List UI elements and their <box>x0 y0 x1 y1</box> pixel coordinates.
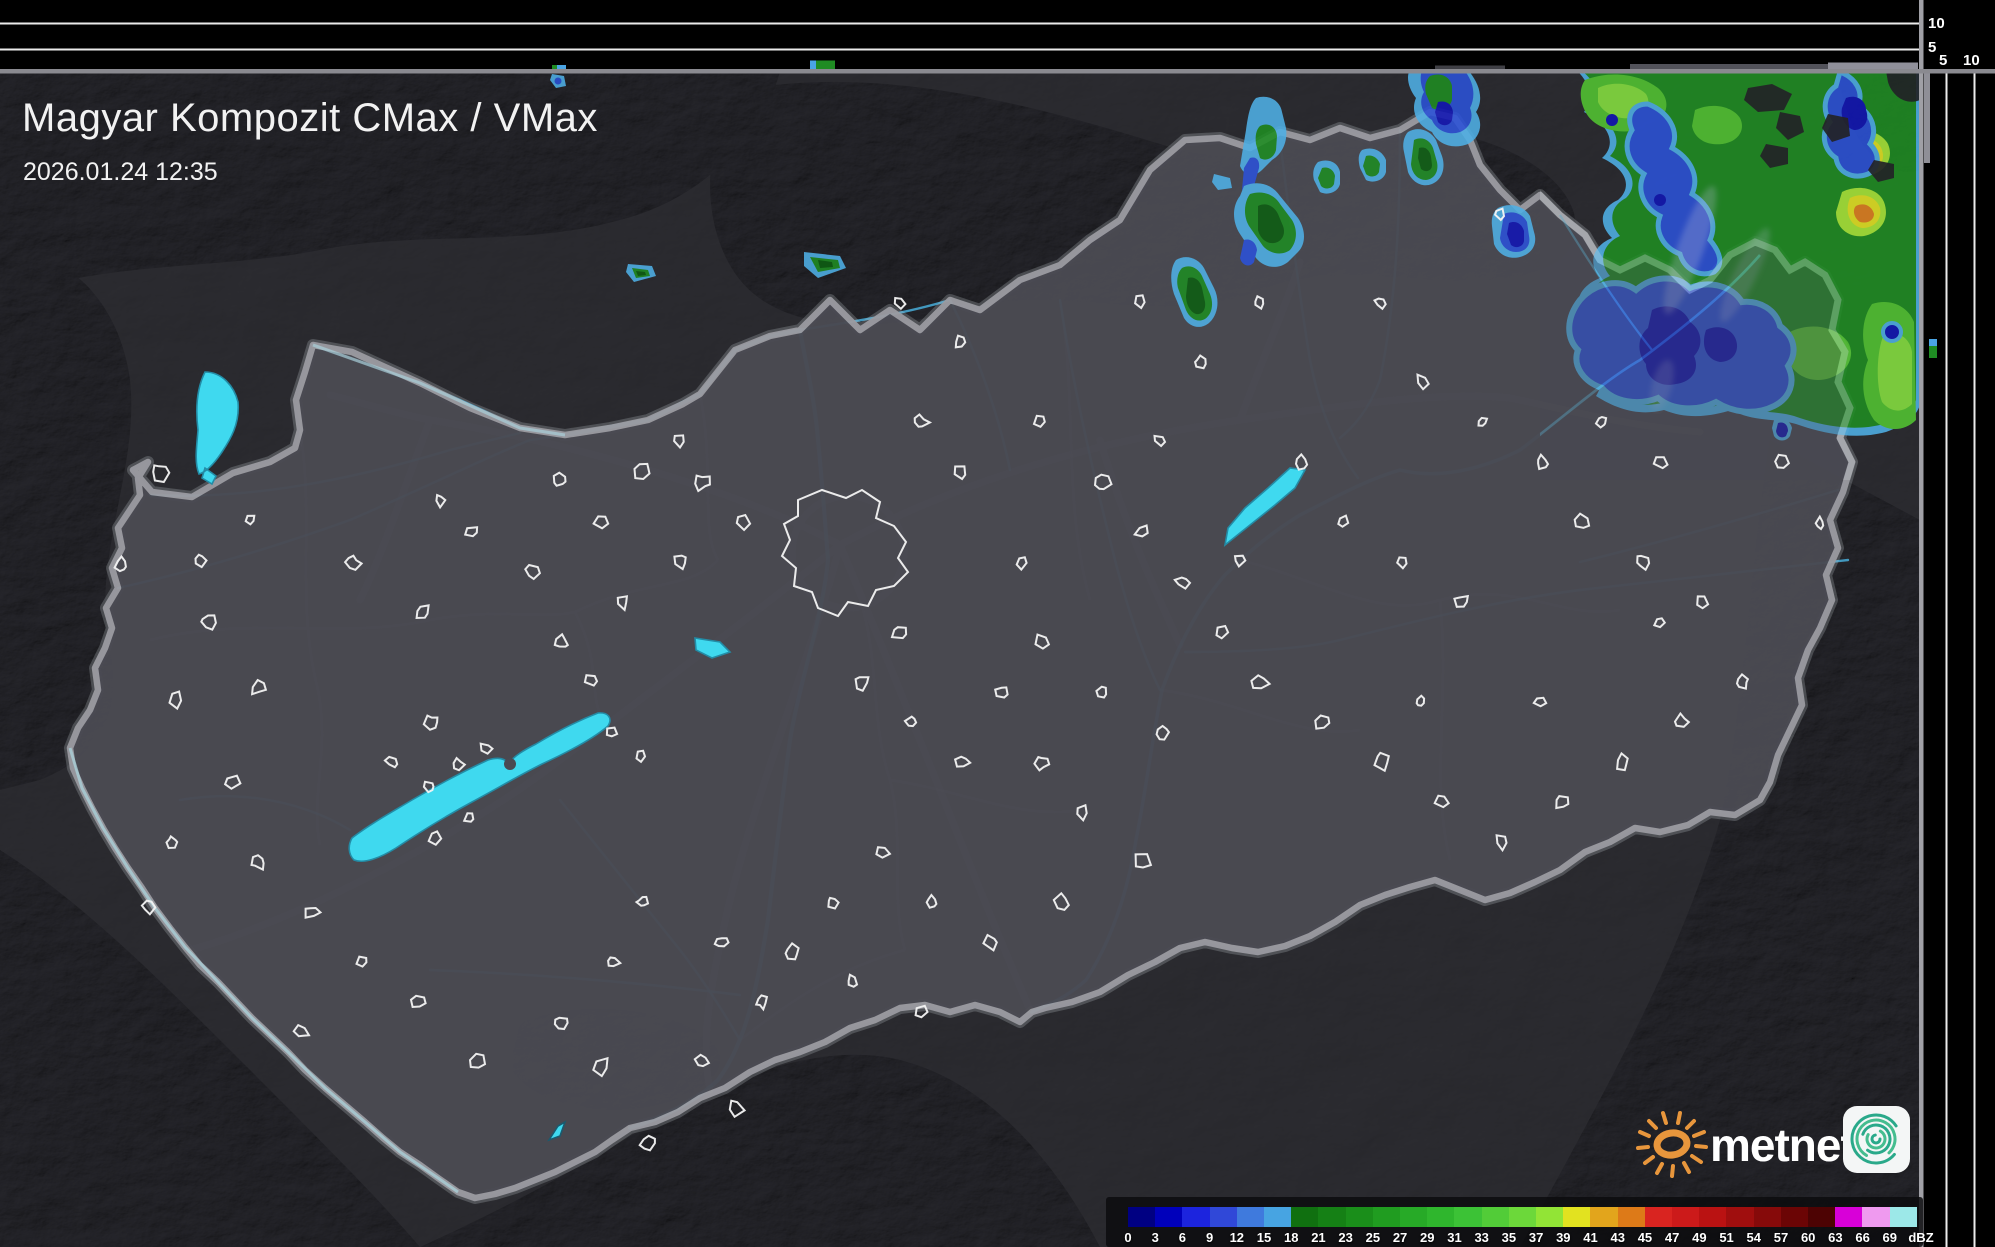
legend-color-cell <box>1128 1207 1156 1227</box>
legend-tick-label: 0 <box>1124 1230 1132 1245</box>
height-axis-tick-10: 10 <box>1928 15 1945 32</box>
right-strip-echo <box>1929 339 1937 346</box>
legend-tick-label: 37 <box>1528 1230 1544 1245</box>
legend-color-cell <box>1454 1207 1482 1227</box>
height-axis-tick-5: 5 <box>1928 39 1937 56</box>
tihany-notch <box>504 758 516 770</box>
legend-tick-label: 47 <box>1664 1230 1680 1245</box>
legend-tick-label: 35 <box>1501 1230 1517 1245</box>
legend-color-cell <box>1236 1207 1265 1227</box>
legend-color-cell <box>1862 1207 1890 1227</box>
legend-color-cell <box>1155 1207 1183 1227</box>
legend-tick-label: 12 <box>1229 1230 1245 1245</box>
metnet-wordmark: metnet <box>1710 1119 1856 1171</box>
legend-color-bar <box>1128 1207 1917 1227</box>
radar-map <box>0 0 1995 1247</box>
legend-color-cell <box>1617 1207 1645 1227</box>
legend-color-cell <box>1644 1207 1673 1227</box>
metnet-logo: metnet <box>1634 1100 1924 1184</box>
radar-screen: Magyar Kompozit CMax / VMax 2026.01.24 1… <box>0 0 1995 1247</box>
panel-divider <box>1919 0 1924 1247</box>
legend-color-cell <box>1372 1207 1401 1227</box>
legend-tick-label: 3 <box>1151 1230 1159 1245</box>
legend-color-cell <box>1563 1207 1591 1227</box>
timestamp: 2026.01.24 12:35 <box>23 158 218 186</box>
map-top-divider <box>0 69 1995 74</box>
legend-color-cell <box>1427 1207 1455 1227</box>
legend-color-cell <box>1264 1207 1292 1227</box>
legend-tick-label: 69 <box>1882 1230 1898 1245</box>
legend-color-cell <box>1318 1207 1346 1227</box>
range-axis-tick-5: 5 <box>1939 52 1948 69</box>
spiral-icon <box>1850 1113 1902 1165</box>
legend-color-cell <box>1209 1207 1237 1227</box>
sun-icon <box>1636 1111 1708 1178</box>
metnet-app-icon <box>1843 1106 1910 1173</box>
legend-tick-label: 27 <box>1392 1230 1408 1245</box>
legend-tick-label: 41 <box>1583 1230 1598 1245</box>
legend-tick-label: 60 <box>1800 1230 1816 1245</box>
page-title: Magyar Kompozit CMax / VMax <box>22 96 598 140</box>
legend-tick-label: 66 <box>1855 1230 1870 1245</box>
legend-color-cell <box>1481 1207 1509 1227</box>
range-axis-tick-10: 10 <box>1963 52 1980 69</box>
right-profile-strip <box>1923 72 1995 1247</box>
legend-color-cell <box>1672 1207 1700 1227</box>
legend-tick-label: 23 <box>1338 1230 1353 1245</box>
map-area <box>0 72 1920 1247</box>
legend-unit-label: dBZ <box>1908 1230 1934 1245</box>
legend-color-cell <box>1753 1207 1781 1227</box>
dbz-color-legend: 0 3 6 9 12 15 18 21 23 25 27 29 31 33 35 37 39 41 43 45 47 49… <box>1106 1197 1934 1247</box>
legend-color-cell <box>1835 1207 1863 1227</box>
legend-tick-label: 43 <box>1610 1230 1625 1245</box>
legend-color-cell <box>1726 1207 1754 1227</box>
legend-tick-label: 29 <box>1420 1230 1435 1245</box>
legend-color-cell <box>1699 1207 1727 1227</box>
legend-tick-label: 21 <box>1311 1230 1326 1245</box>
legend-color-cell <box>1889 1207 1917 1227</box>
legend-tick-label: 39 <box>1556 1230 1571 1245</box>
top-profile-strip <box>0 0 1995 70</box>
legend-tick-label: 63 <box>1828 1230 1843 1245</box>
legend-color-cell <box>1590 1207 1618 1227</box>
legend-color-cell <box>1536 1207 1564 1227</box>
legend-tick-label: 25 <box>1365 1230 1381 1245</box>
legend-tick-label: 45 <box>1637 1230 1653 1245</box>
legend-tick-label: 6 <box>1178 1230 1187 1245</box>
legend-color-cell <box>1400 1207 1428 1227</box>
legend-color-cell <box>1508 1207 1537 1227</box>
legend-color-cell <box>1291 1207 1319 1227</box>
legend-tick-label: 54 <box>1746 1230 1761 1245</box>
legend-tick-label: 15 <box>1256 1230 1272 1245</box>
legend-tick-label: 33 <box>1474 1230 1489 1245</box>
top-strip-echo <box>810 60 816 69</box>
legend-color-cell <box>1780 1207 1809 1227</box>
legend-tick-label: 57 <box>1773 1230 1789 1245</box>
legend-tick-label: 9 <box>1205 1230 1214 1245</box>
legend-tick-label: 49 <box>1692 1230 1707 1245</box>
legend-color-cell <box>1182 1207 1210 1227</box>
legend-color-cell <box>1808 1207 1836 1227</box>
legend-tick-label: 51 <box>1719 1230 1734 1245</box>
legend-color-cell <box>1345 1207 1373 1227</box>
legend-tick-label: 18 <box>1284 1230 1299 1245</box>
legend-tick-label: 31 <box>1447 1230 1462 1245</box>
